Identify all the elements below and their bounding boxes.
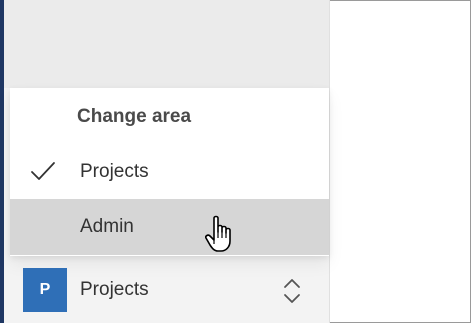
menu-item-label: Admin bbox=[80, 216, 134, 237]
check-icon bbox=[31, 162, 55, 180]
menu-item-projects[interactable]: Projects bbox=[10, 144, 329, 200]
change-area-menu: Change area Projects Admin bbox=[10, 88, 329, 256]
menu-item-label: Projects bbox=[80, 161, 149, 182]
area-switcher-button[interactable]: P Projects bbox=[10, 260, 325, 320]
sidebar-header-area bbox=[4, 0, 329, 88]
menu-header: Change area bbox=[77, 106, 192, 127]
chevron-up-down-icon bbox=[284, 279, 300, 303]
hand-pointer-cursor-icon bbox=[205, 215, 231, 252]
menu-item-admin[interactable]: Admin bbox=[10, 199, 329, 255]
project-avatar: P bbox=[23, 268, 67, 312]
area-switcher-label: Projects bbox=[80, 279, 149, 300]
